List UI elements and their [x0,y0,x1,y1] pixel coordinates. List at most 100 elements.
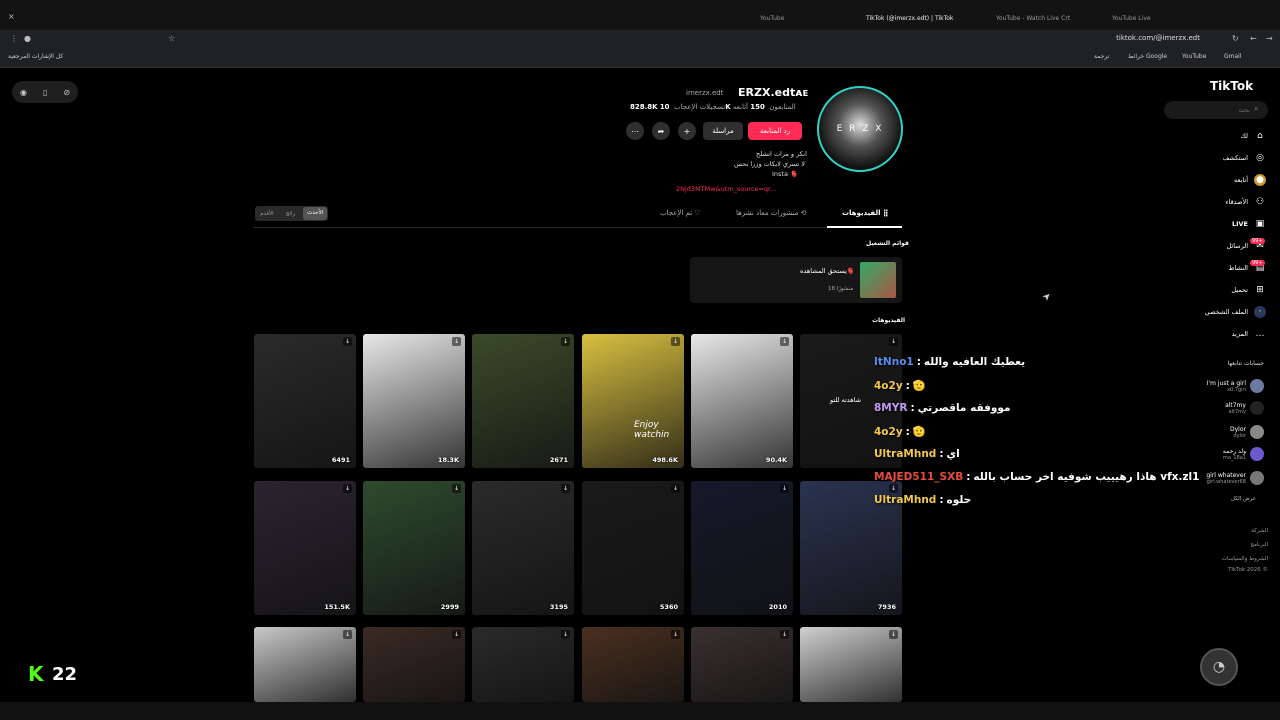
video-thumbnail[interactable]: ↓ [800,627,902,702]
download-icon[interactable]: ↓ [452,484,461,493]
message-button[interactable]: مراسلة [703,122,743,140]
download-icon[interactable]: ↓ [780,630,789,639]
download-icon[interactable]: ↓ [561,630,570,639]
bottom-bar [0,702,1280,720]
account-handle: x0.7girl [1227,386,1246,393]
profile-avatar[interactable]: E R Z X [817,86,903,172]
following-account[interactable]: alt7my alt7my [1180,397,1264,419]
tab-tiktok[interactable]: TikTok (@imerzx.edt) | TikTok [866,15,953,22]
bio-link[interactable]: 2Njd3MTMw&utm_source=qr... [676,185,776,193]
tab-youtube-live[interactable]: YouTube Live [1112,15,1151,22]
video-thumbnail[interactable]: ↓ 3195 [472,481,574,615]
video-thumbnail[interactable]: ↓ [254,627,356,702]
video-thumbnail[interactable]: ↓ 151.5K [254,481,356,615]
extension-icon[interactable]: ● [24,35,31,43]
chat-username: 4o2y [874,379,903,392]
following-account[interactable]: I'm just a girl x0.7girl [1180,375,1264,397]
download-icon[interactable]: ↓ [780,484,789,493]
view-count: 5360 [659,603,678,611]
download-icon[interactable]: ↓ [452,630,461,639]
download-icon[interactable]: ↓ [889,484,898,493]
share-icon[interactable]: ➦ [652,122,670,140]
footer-copyright: TikTok 2026 © [1228,567,1268,573]
download-icon[interactable]: ↓ [343,484,352,493]
nav-live[interactable]: LIVE ▣ [1190,215,1266,233]
see-all-link[interactable]: عرض الكل [1231,496,1256,502]
sort-oldest[interactable]: الأقدم [255,211,279,217]
menu-dots-icon[interactable]: ⋮ [10,35,18,43]
video-thumbnail[interactable]: ↓ [472,627,574,702]
tab-liked[interactable]: تم الإعجاب ♡ [660,209,701,217]
avatar [1250,401,1264,415]
tab-reposts[interactable]: منشورات معاد نشرها ⟲ [736,209,806,217]
following-icon: ● [1254,174,1266,186]
bookmark-translate[interactable]: ترجمة [1094,53,1109,60]
video-thumbnail[interactable]: ↓ 90.4K [691,334,793,468]
download-icon[interactable]: ↓ [780,337,789,346]
chat-message: MAJED511_SXB: هاذا رهيييب شوفيه اخر حساب … [874,471,1199,483]
nav-label: الأصدقاء [1225,198,1248,206]
download-icon[interactable]: ↓ [889,630,898,639]
bookmark-youtube[interactable]: YouTube [1182,53,1206,60]
reload-icon[interactable]: ↻ [1232,35,1239,43]
video-thumbnail[interactable]: ↓ 2999 [363,481,465,615]
chat-username: UltraMhnd [874,448,937,460]
footer-program[interactable]: البرنامج [1250,542,1268,548]
nav-more[interactable]: المزيد… [1190,325,1266,343]
account-handle: ma_18a1 [1222,454,1246,461]
download-icon[interactable]: ↓ [671,630,680,639]
video-thumbnail[interactable]: ↓ 5360 [582,481,684,615]
video-thumbnail[interactable]: ↓ Enjoy watchin 498.6K [582,334,684,468]
account-handle: girl.whatever68 [1206,478,1246,485]
tab-videos[interactable]: الفيديوهات ⣿ [842,209,888,217]
nav-profile[interactable]: الملف الشخصي · [1190,303,1266,321]
tiktok-logo[interactable]: TikTok [1210,79,1253,93]
video-thumbnail[interactable]: ↓ [582,627,684,702]
stream-overlay-controls: ◉ ▯ ⊘ [12,81,78,103]
add-friend-icon[interactable]: + [678,122,696,140]
sort-latest[interactable]: الأحدث [303,207,328,220]
bookmark-maps[interactable]: خرائط Google [1128,53,1167,60]
nav-following[interactable]: أتابعه ● [1190,171,1266,189]
following-account[interactable]: Dylor dylor [1180,421,1264,443]
more-options-icon[interactable]: ⋯ [626,122,644,140]
download-icon[interactable]: ↓ [889,337,898,346]
nav-upload[interactable]: تحميل ⊞ [1190,281,1266,299]
account-handle: alt7my [1228,408,1246,415]
search-input[interactable]: بحث [1164,101,1268,119]
address-bar[interactable]: tiktok.com/@imerzx.edt [1116,34,1200,42]
nav-friends[interactable]: الأصدقاء ⚇ [1190,193,1266,211]
download-icon[interactable]: ↓ [671,337,680,346]
tab-youtube[interactable]: YouTube [760,15,784,22]
chat-username: 8MYR [874,402,908,414]
nav-for-you[interactable]: لك ⌂ [1190,127,1266,145]
footer-company[interactable]: الشركة [1251,528,1268,534]
video-thumbnail[interactable]: ↓ 2010 [691,481,793,615]
download-icon[interactable]: ↓ [343,337,352,346]
sort-popular[interactable]: رائج [279,211,303,217]
video-thumbnail[interactable]: ↓ 18.3K [363,334,465,468]
star-icon[interactable]: ☆ [168,35,175,43]
search-icon[interactable]: ⌕ [1254,105,1258,113]
download-icon[interactable]: ↓ [561,337,570,346]
likes-label: تسجيلات الإعجاب [674,103,726,111]
download-icon[interactable]: ↓ [561,484,570,493]
video-thumbnail[interactable]: ↓ 6491 [254,334,356,468]
back-icon[interactable]: ← [1250,35,1257,43]
footer-terms[interactable]: الشروط والسياسات [1222,556,1268,562]
video-thumbnail[interactable]: ↓ [691,627,793,702]
video-thumbnail[interactable]: ↓ 2671 [472,334,574,468]
download-icon[interactable]: ↓ [671,484,680,493]
video-overlay-text: شاهدته للتو [830,396,862,404]
video-thumbnail[interactable]: ↓ [363,627,465,702]
bookmark-gmail[interactable]: Gmail [1224,53,1242,60]
chat-text: حلوه [946,494,972,506]
nav-explore[interactable]: استكشف ◎ [1190,149,1266,167]
follow-back-button[interactable]: رد المتابعة [748,122,802,140]
tab-youtube-live-crt[interactable]: YouTube - Watch Live Crt [996,15,1070,22]
download-icon[interactable]: ↓ [452,337,461,346]
forward-icon[interactable]: → [1266,35,1273,43]
download-icon[interactable]: ↓ [343,630,352,639]
all-bookmarks[interactable]: كل الإشارات المرجعية [8,53,63,60]
following-account[interactable]: ولد رحمه ma_18a1 [1180,443,1264,465]
